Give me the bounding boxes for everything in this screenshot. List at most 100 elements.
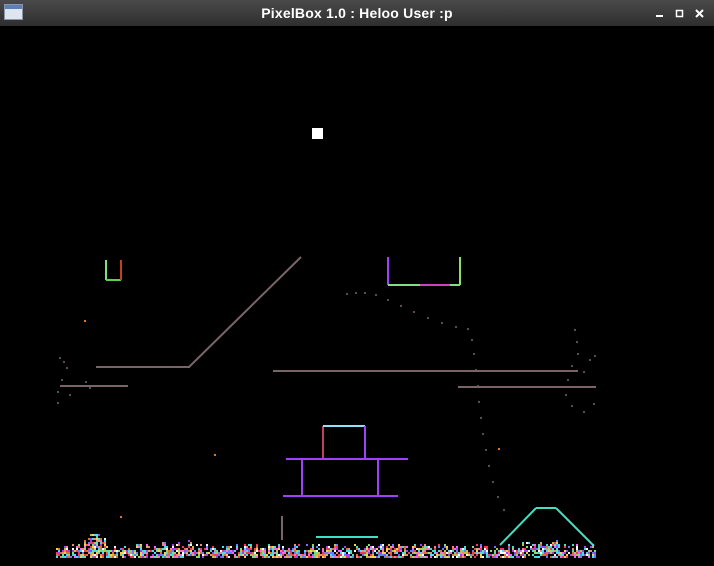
particle xyxy=(78,554,80,556)
particle xyxy=(454,548,456,550)
particle xyxy=(520,554,522,556)
particle xyxy=(506,554,508,556)
particle xyxy=(224,552,226,554)
close-button[interactable] xyxy=(692,5,708,21)
particle xyxy=(102,554,104,556)
particle xyxy=(588,550,590,552)
particle xyxy=(274,548,276,550)
particle xyxy=(338,556,340,558)
particle xyxy=(356,554,358,556)
particle xyxy=(394,556,396,558)
maximize-button[interactable] xyxy=(672,5,688,21)
particle xyxy=(174,556,176,558)
particle xyxy=(94,544,96,546)
particle xyxy=(524,548,526,550)
particle xyxy=(424,548,426,550)
particle xyxy=(364,548,366,550)
particle xyxy=(374,548,376,550)
particle xyxy=(438,546,440,548)
particle xyxy=(178,550,180,552)
particle xyxy=(328,546,330,548)
title-bar[interactable]: PixelBox 1.0 : Heloo User :p xyxy=(0,0,714,27)
particle xyxy=(278,556,280,558)
particle xyxy=(154,548,156,550)
particle xyxy=(148,550,150,552)
particle xyxy=(430,548,432,550)
particle xyxy=(222,556,224,558)
particle xyxy=(390,556,392,558)
particle xyxy=(100,542,102,544)
particle xyxy=(308,552,310,554)
particle xyxy=(90,552,92,554)
particle xyxy=(118,550,120,552)
particle xyxy=(426,548,428,550)
particle xyxy=(456,554,458,556)
particle xyxy=(346,554,348,556)
particle xyxy=(452,556,454,558)
minimize-button[interactable] xyxy=(652,5,668,21)
particle xyxy=(346,556,348,558)
particle xyxy=(530,548,532,550)
particle xyxy=(482,556,484,558)
particle xyxy=(98,550,100,552)
particle xyxy=(368,548,370,550)
particle xyxy=(546,554,548,556)
particle xyxy=(296,546,298,548)
particle xyxy=(540,544,542,546)
particle xyxy=(214,552,216,554)
particle xyxy=(534,550,536,552)
particle xyxy=(474,552,476,554)
particle xyxy=(80,556,82,558)
particle xyxy=(184,552,186,554)
particle xyxy=(252,552,254,554)
particle xyxy=(262,550,264,552)
particle xyxy=(92,538,94,540)
particle xyxy=(434,552,436,554)
particle xyxy=(234,550,236,552)
particle xyxy=(426,552,428,554)
particle xyxy=(246,554,248,556)
particle xyxy=(352,554,354,556)
particle xyxy=(74,554,76,556)
particle xyxy=(270,548,272,550)
particle xyxy=(384,556,386,558)
particle xyxy=(72,544,74,546)
particle xyxy=(116,550,118,552)
particle xyxy=(420,548,422,550)
particle xyxy=(376,556,378,558)
particle xyxy=(206,548,208,550)
particle xyxy=(456,556,458,558)
particle xyxy=(458,552,460,554)
particle xyxy=(268,544,270,546)
particle xyxy=(130,554,132,556)
particle xyxy=(534,556,536,558)
particle xyxy=(310,552,312,554)
particle xyxy=(178,552,180,554)
particle xyxy=(122,556,124,558)
particle xyxy=(498,554,500,556)
particle xyxy=(526,546,528,548)
particle xyxy=(92,554,94,556)
particle xyxy=(282,552,284,554)
particle xyxy=(310,556,312,558)
particle xyxy=(428,552,430,554)
particle xyxy=(82,552,84,554)
particle xyxy=(86,550,88,552)
particle xyxy=(528,550,530,552)
particle xyxy=(290,556,292,558)
particle xyxy=(202,556,204,558)
particle xyxy=(416,552,418,554)
particle xyxy=(392,546,394,548)
particle xyxy=(422,550,424,552)
simulation-canvas[interactable] xyxy=(0,26,714,561)
particle xyxy=(580,554,582,556)
particle xyxy=(406,546,408,548)
particle xyxy=(182,556,184,558)
particle xyxy=(106,552,108,554)
wall-structures xyxy=(60,256,596,540)
particle xyxy=(144,552,146,554)
particle xyxy=(370,548,372,550)
particle xyxy=(414,546,416,548)
particle xyxy=(422,552,424,554)
particle xyxy=(306,550,308,552)
